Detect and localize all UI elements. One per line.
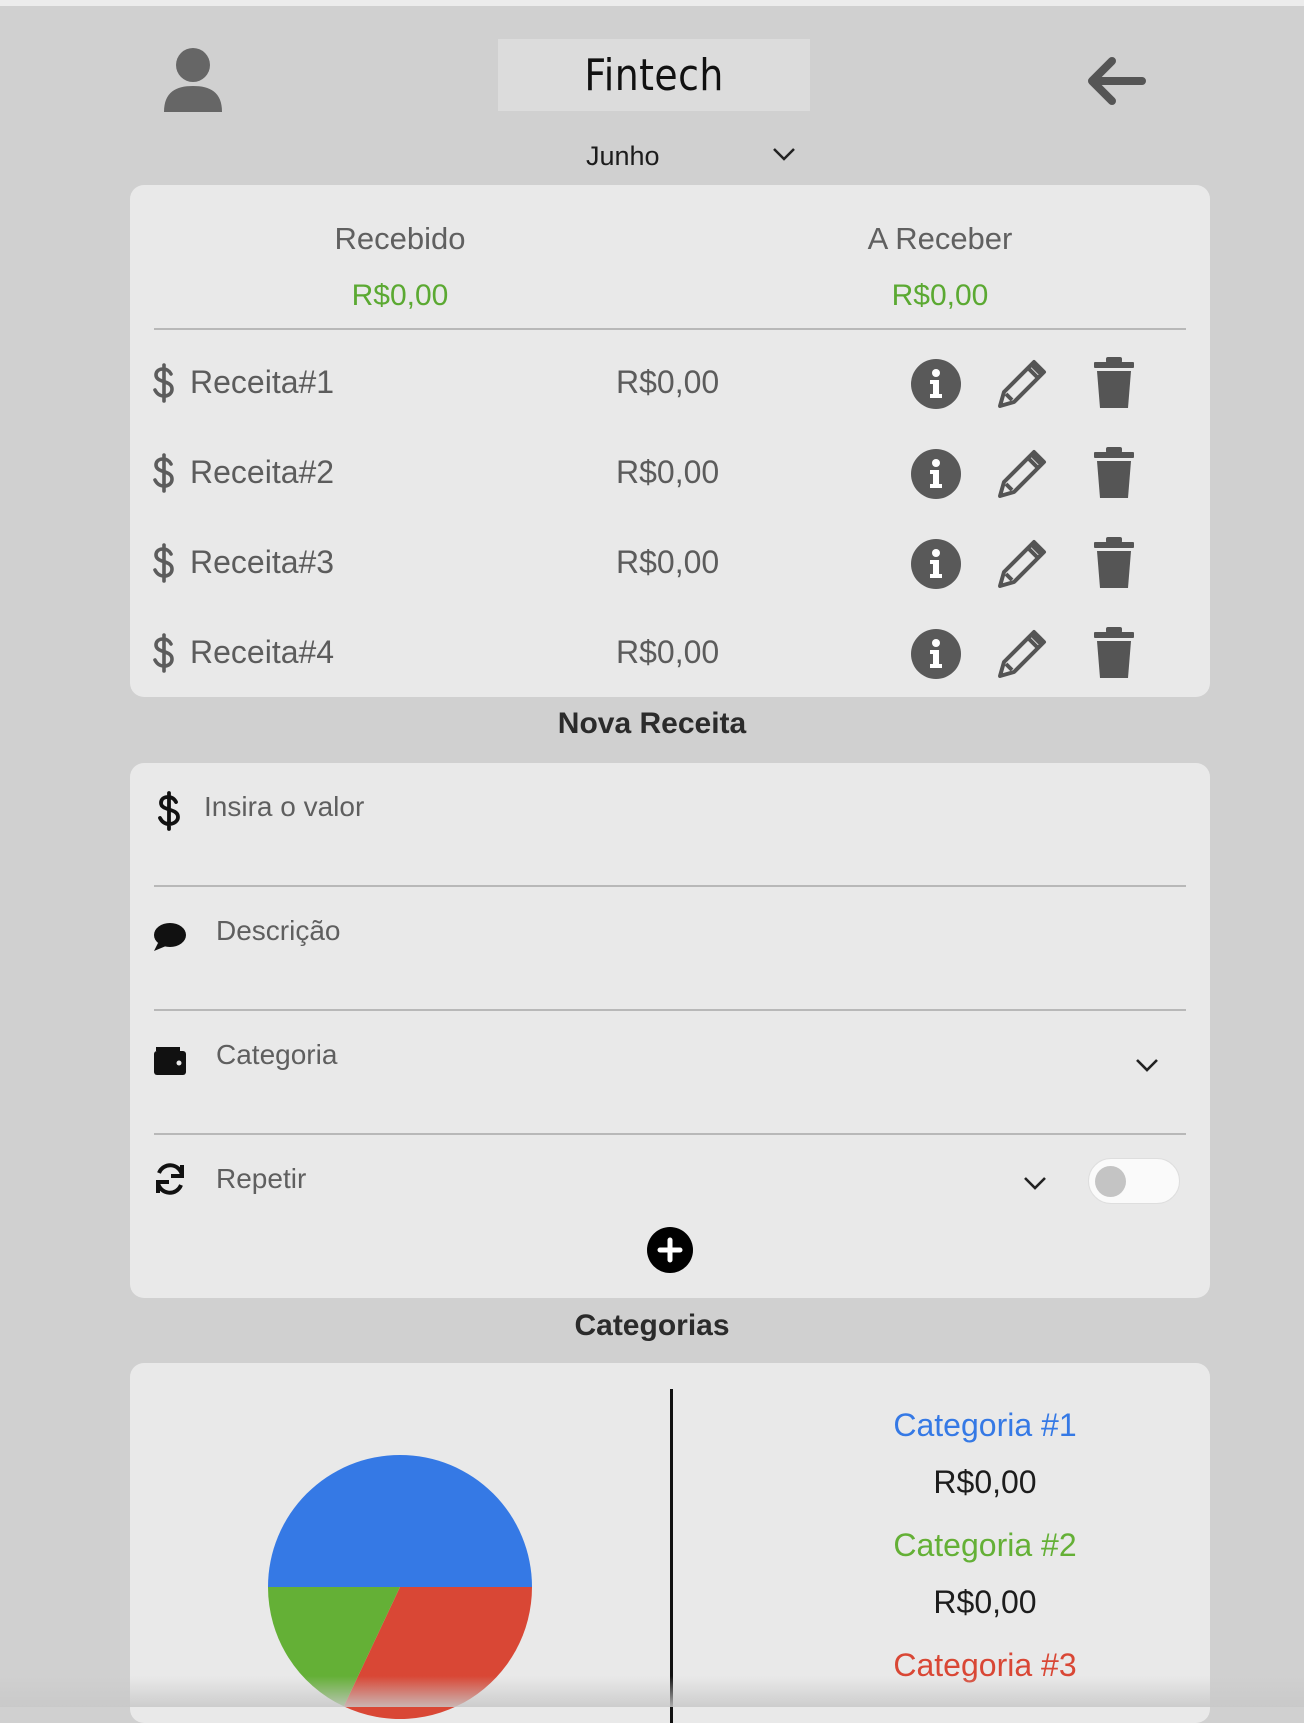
income-amount: R$0,00 (616, 544, 720, 580)
list-item: Receita#3 R$0,00 (130, 524, 1210, 614)
user-icon[interactable] (158, 46, 228, 116)
categories-card: Categoria #1 R$0,00 Categoria #2 R$0,00 … (130, 1363, 1210, 1723)
to-receive-label: A Receber (867, 221, 1013, 256)
dollar-icon (152, 791, 188, 831)
income-name: Receita#3 (190, 544, 335, 580)
list-item: Receita#1 R$0,00 (130, 344, 1210, 434)
pencil-icon[interactable] (996, 358, 1048, 410)
divider (154, 328, 1186, 330)
dollar-icon (152, 452, 176, 496)
dollar-icon (152, 362, 176, 406)
repeat-toggle[interactable] (1088, 1158, 1180, 1204)
trash-icon[interactable] (1092, 356, 1136, 410)
dollar-icon (152, 542, 176, 586)
trash-icon[interactable] (1092, 446, 1136, 500)
received-summary: Recebido R$0,00 (250, 221, 550, 313)
plus-circle-icon[interactable] (646, 1226, 694, 1274)
info-icon[interactable] (910, 628, 962, 680)
divider (670, 1389, 673, 1723)
category-value: R$0,00 (933, 1584, 1037, 1620)
value-field[interactable]: Insira o valor (130, 763, 1210, 887)
income-amount: R$0,00 (616, 364, 720, 400)
trash-icon[interactable] (1092, 626, 1136, 680)
category-field[interactable]: Categoria (130, 1011, 1210, 1135)
category-select[interactable]: Categoria (216, 1039, 337, 1071)
info-icon[interactable] (910, 358, 962, 410)
category-name: Categoria #2 (893, 1527, 1077, 1563)
category-legend: Categoria #1 R$0,00 Categoria #2 R$0,00 … (840, 1407, 1130, 1684)
top-border (0, 0, 1304, 6)
pencil-icon[interactable] (996, 538, 1048, 590)
description-input[interactable]: Descrição (216, 915, 340, 947)
to-receive-value: R$0,00 (891, 279, 989, 312)
income-name: Receita#2 (190, 454, 335, 490)
to-receive-summary: A Receber R$0,00 (790, 221, 1090, 313)
brand-title: Fintech (584, 49, 724, 101)
toggle-knob (1095, 1166, 1126, 1197)
received-label: Recebido (334, 221, 466, 256)
arrow-left-icon[interactable] (1082, 52, 1148, 110)
category-name: Categoria #1 (893, 1407, 1077, 1443)
comment-icon (152, 921, 188, 957)
pencil-icon[interactable] (996, 628, 1048, 680)
income-name: Receita#1 (190, 364, 335, 400)
new-income-title: Nova Receita (557, 707, 747, 740)
description-field[interactable]: Descrição (130, 887, 1210, 1011)
category-value: R$0,00 (933, 1464, 1037, 1500)
category-name: Categoria #3 (893, 1647, 1077, 1683)
dollar-icon (152, 632, 176, 676)
category-pie-chart (268, 1455, 532, 1719)
brand-title-box: Fintech (498, 39, 810, 111)
income-summary-card: Recebido R$0,00 A Receber R$0,00 Receita… (130, 185, 1210, 697)
chevron-down-icon[interactable] (1134, 1057, 1160, 1073)
month-selected-label: Junho (586, 140, 660, 171)
list-item: Receita#4 R$0,00 (130, 614, 1210, 697)
new-income-form: Insira o valor Descrição Categoria Repet… (130, 763, 1210, 1298)
list-item: Receita#2 R$0,00 (130, 434, 1210, 524)
month-select[interactable]: Junho (586, 136, 796, 176)
repeat-label: Repetir (216, 1163, 307, 1194)
income-amount: R$0,00 (616, 634, 720, 670)
chevron-down-icon[interactable] (1022, 1175, 1048, 1191)
chevron-down-icon (772, 146, 796, 167)
categories-title: Categorias (574, 1309, 730, 1342)
info-icon[interactable] (910, 448, 962, 500)
pencil-icon[interactable] (996, 448, 1048, 500)
trash-icon[interactable] (1092, 536, 1136, 590)
income-name: Receita#4 (190, 634, 335, 670)
repeat-field: Repetir (130, 1135, 1210, 1225)
income-amount: R$0,00 (616, 454, 720, 490)
received-value: R$0,00 (351, 279, 449, 312)
wallet-icon (152, 1043, 188, 1079)
pie-slice (268, 1455, 532, 1587)
info-icon[interactable] (910, 538, 962, 590)
sync-icon (152, 1161, 188, 1197)
value-input[interactable]: Insira o valor (204, 791, 364, 823)
